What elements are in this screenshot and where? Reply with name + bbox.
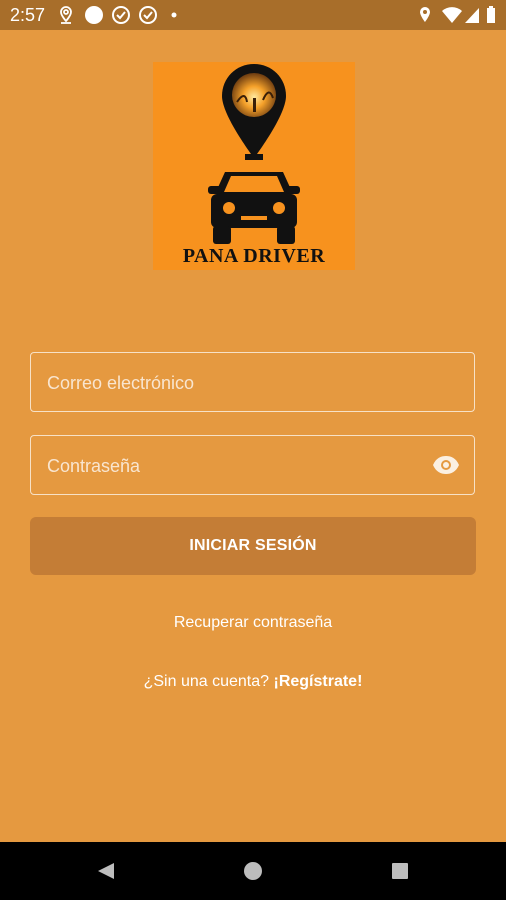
register-line: ¿Sin una cuenta? ¡Regístrate! [0,673,506,691]
status-bar: 2:57 [0,0,506,30]
brand-name: PANA DRIVER [182,245,326,267]
location-icon [420,7,430,22]
navigation-bar [0,842,506,900]
home-icon[interactable] [243,861,263,881]
circle-icon [85,6,103,24]
status-time: 2:57 [10,5,46,25]
password-field[interactable] [30,435,475,496]
email-field[interactable] [30,352,475,413]
app-logo: PANA DRIVER [153,62,355,270]
wifi-icon [442,7,462,23]
battery-icon [487,6,495,23]
no-account-text: ¿Sin una cuenta? [143,673,270,690]
back-icon[interactable] [96,861,116,881]
check-circle-icon-2 [139,6,157,24]
login-screen: 2:57 PANA DRIVER Correo electrónico INIC… [0,0,506,900]
car-pin-icon [208,64,300,244]
password-input[interactable] [45,436,429,496]
dot-icon [171,12,177,18]
signal-icon [465,8,479,23]
recover-password-link[interactable]: Recuperar contraseña [0,614,506,632]
register-link[interactable]: ¡Regístrate! [273,673,362,690]
show-password-icon[interactable] [432,453,460,477]
login-button[interactable]: INICIAR SESIÓN [30,517,476,575]
email-input[interactable] [45,353,429,413]
check-circle-icon [112,6,130,24]
recents-icon[interactable] [390,861,410,881]
location-pin-icon [60,6,72,24]
